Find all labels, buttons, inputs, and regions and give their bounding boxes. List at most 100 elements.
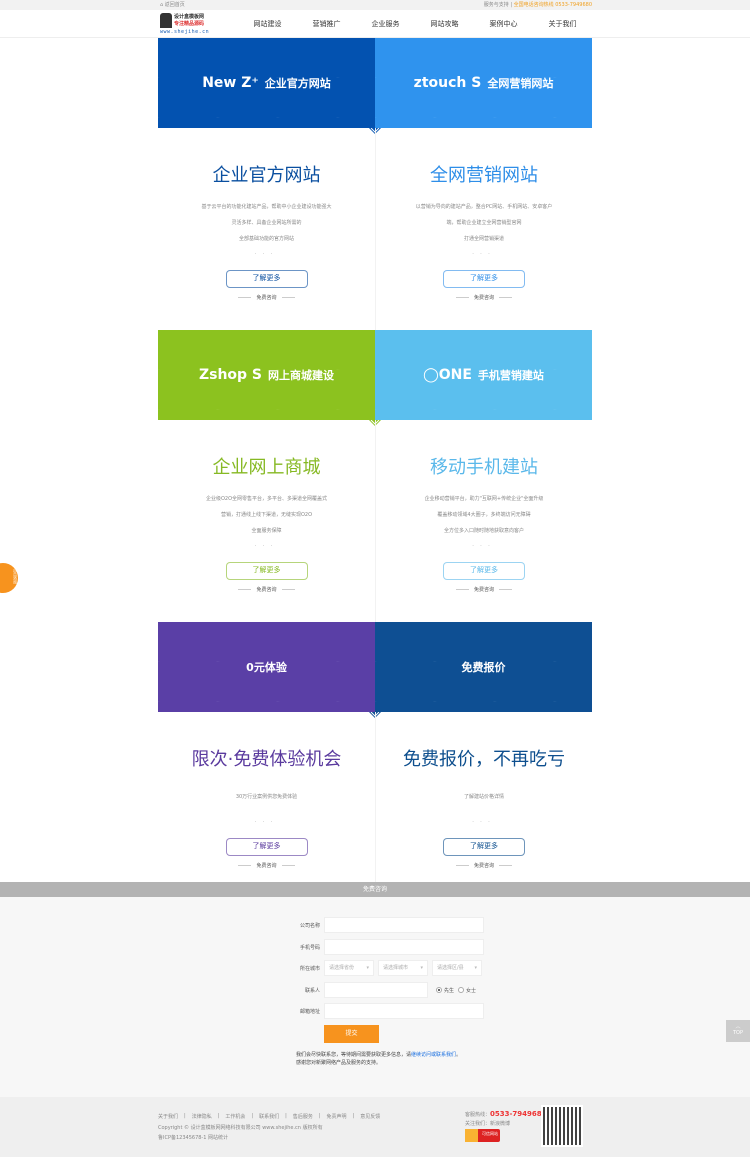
learn-more-button[interactable]: 了解更多 [443, 562, 525, 580]
nav-item[interactable]: 企业服务 [356, 10, 415, 38]
brand-logo: ztouch S [413, 75, 482, 91]
product-panel: 全网营销网站 以营销为导向的建站产品，整合PC网站、手机网站、安卓客户 端，帮助企业… [375, 128, 592, 330]
banner-title: 免费报价 [461, 661, 506, 674]
radio-mr[interactable]: 先生 [436, 987, 454, 994]
dots: ··· [472, 543, 496, 550]
phone-input[interactable] [324, 939, 484, 955]
free-consult-link[interactable]: 免费咨询 [376, 862, 592, 869]
qr-code [541, 1105, 583, 1147]
separator: | [251, 1113, 254, 1119]
footer-link[interactable]: 关于我们 [158, 1113, 178, 1120]
product-banner[interactable]: ◯ONE 手机营销建站 [375, 330, 592, 420]
panel-title: 企业官方网站 [212, 165, 321, 186]
panel-desc: 企业移动营销平台，助力"互联网+传统企业"全面升级 [424, 496, 544, 502]
footer-link[interactable]: 法律隐私 [192, 1113, 212, 1120]
banner-title: 全网营销网站 [487, 77, 554, 90]
main-nav: 网站建设 营销推广 企业服务 网站攻略 案例中心 关于我们 [238, 10, 592, 38]
nav-item[interactable]: 案例中心 [474, 10, 533, 38]
footer-links: 关于我们 | 法律隐私 | 工作机会 | 联系我们 | 售后服务 | 免责声明 | 意见反馈 [158, 1113, 380, 1120]
panel-desc: 覆盖移动领域4大圈子，多终端访问无障碍 [437, 512, 531, 518]
company-label: 公司名称 [299, 922, 320, 929]
learn-more-button[interactable]: 了解更多 [443, 270, 525, 288]
district-select[interactable]: 请选择区/县 [432, 960, 482, 976]
product-panel: 企业官方网站基于云平台的功能化建站产品，帮助中小企业建设功能强大 灵活多样、具备企… [158, 128, 375, 330]
home-link[interactable]: ⌂ 返回首页 [160, 0, 185, 10]
panel-desc: 基于云平台的功能化建站产品，帮助中小企业建设功能强大 [201, 204, 332, 210]
nav-item[interactable]: 网站建设 [238, 10, 297, 38]
product-banner[interactable]: 免费报价 [375, 622, 592, 712]
brand-logo: ◯ONE [423, 367, 472, 383]
province-select[interactable]: 请选择省份 [324, 960, 374, 976]
company-input[interactable] [324, 917, 484, 933]
footer-link[interactable]: 售后服务 [293, 1113, 313, 1120]
nav-item[interactable]: 关于我们 [533, 10, 592, 38]
nav-item[interactable]: 网站攻略 [415, 10, 474, 38]
brand-logo: Zshop S [198, 367, 263, 383]
free-consult-link[interactable]: 免费咨询 [158, 862, 375, 869]
contact-label: 联系人 [304, 987, 320, 994]
panel-title: 全网营销网站 [430, 165, 538, 186]
trusted-site-badge[interactable]: 可信网站 [465, 1129, 500, 1142]
banner-title: 网上商城建设 [268, 369, 335, 382]
contact-input[interactable] [324, 982, 428, 998]
nav-item[interactable]: 营销推广 [297, 10, 356, 38]
separator: | [184, 1113, 186, 1119]
learn-more-button[interactable]: 了解更多 [225, 270, 308, 288]
separator: | [352, 1113, 355, 1119]
panel-title: 移动手机建站 [430, 457, 538, 478]
form-note: 我们会尽快联系您，等待期间需要获取更多信息，请继续访问或联系我们。 感谢您对新聚… [296, 1052, 462, 1066]
banner-title: 手机营销建站 [477, 369, 544, 382]
footer-link[interactable]: 意见反馈 [360, 1113, 380, 1120]
brand-logo: New Z⁺ [202, 75, 259, 91]
separator: | [217, 1113, 220, 1119]
panel-desc: 端，帮助企业建立全网营销型官网 [446, 220, 522, 226]
free-consult-link[interactable]: 免费咨询 [158, 586, 375, 593]
footer-link[interactable]: 免责声明 [327, 1113, 347, 1120]
panel-desc: 打通全网营销渠道 [463, 236, 504, 242]
follow-us[interactable]: 关注我们：新浪微博 [465, 1120, 510, 1127]
product-row: 0元体验 免费报价 限次·免费体验机会 30万行业案例供您免费体验 ··· 了解更多 免费咨… [158, 622, 592, 914]
submit-button[interactable]: 提交 [324, 1025, 379, 1043]
panel-desc: 全面服务保障 [251, 528, 282, 534]
free-consult-link[interactable]: 免费咨询 [376, 586, 592, 593]
panel-desc: 企业级O2O全网零售平台，多平台、多渠道全网覆盖式 [205, 496, 328, 502]
learn-more-button[interactable]: 了解更多 [225, 838, 308, 856]
product-banner[interactable]: 0元体验 [158, 622, 375, 712]
footer-link[interactable]: 工作机会 [225, 1113, 245, 1120]
product-row: Zshop S 网上商城建设 ◯ONE 手机营销建站企业网上商城企业级O2O全网零售平… [158, 330, 592, 622]
panel-title: 企业网上商城 [212, 457, 321, 478]
panel-desc: 全方位多入口随时随地获取意向客户 [443, 528, 524, 534]
product-banner[interactable]: ztouch S 全网营销网站 [375, 38, 592, 128]
footer-hotline: 客服热线：0533-7949680 [465, 1110, 547, 1118]
free-consult-link[interactable]: 免费咨询 [376, 294, 592, 301]
dots: ··· [472, 819, 496, 826]
product-banner[interactable]: Zshop S 网上商城建设 [158, 330, 375, 420]
support-link[interactable]: 服务与支持 [484, 2, 509, 8]
product-panel: 移动手机建站企业移动营销平台，助力"互联网+传统企业"全面升级 覆盖移动领域4大圈… [375, 420, 592, 622]
email-input[interactable] [324, 1003, 484, 1019]
city-select[interactable]: 请选择城市 [378, 960, 428, 976]
footer-link[interactable]: 联系我们 [259, 1113, 279, 1120]
separator: | [285, 1113, 287, 1119]
learn-more-button[interactable]: 了解更多 [225, 562, 308, 580]
phone-label: 手机号码 [299, 944, 320, 951]
icp: 鲁ICP备12345678-1 网站统计 [158, 1135, 229, 1141]
dots: ··· [254, 819, 279, 826]
panel-desc: 灵活多样、具备企业网站所需的 [231, 220, 302, 226]
contact-link[interactable]: 联系我们 [436, 1052, 456, 1058]
radio-ms[interactable]: 女士 [458, 987, 476, 994]
city-label: 所在城市 [299, 965, 320, 972]
product-banner[interactable]: New Z⁺ 企业官方网站 [158, 38, 375, 128]
header: 设计盒模板网 专注精品源码 www.shejihe.cn 网站建设 营销推广 企… [0, 10, 750, 38]
product-panel: 企业网上商城 企业级O2O全网零售平台，多平台、多渠道全网覆盖式 营销，打通线上线下… [158, 420, 375, 622]
panel-desc: 了解建站价格详情 [463, 794, 504, 800]
email-label: 邮箱地址 [299, 1008, 320, 1015]
hotline: 全国电话咨询热线 0533-7949680 [513, 2, 592, 8]
back-to-top-button[interactable]: ︿ TOP [726, 1020, 750, 1042]
dots: ··· [254, 251, 279, 258]
logo[interactable]: 设计盒模板网 专注精品源码 www.shejihe.cn [160, 13, 214, 36]
learn-more-button[interactable]: 了解更多 [443, 838, 525, 856]
product-row: New Z⁺ 企业官方网站 ztouch S 全网营销网站 企业官方网站 基于云平台的功能… [158, 38, 592, 330]
continue-link[interactable]: 继续访问 [411, 1052, 431, 1058]
free-consult-link[interactable]: 免费咨询 [158, 294, 375, 301]
